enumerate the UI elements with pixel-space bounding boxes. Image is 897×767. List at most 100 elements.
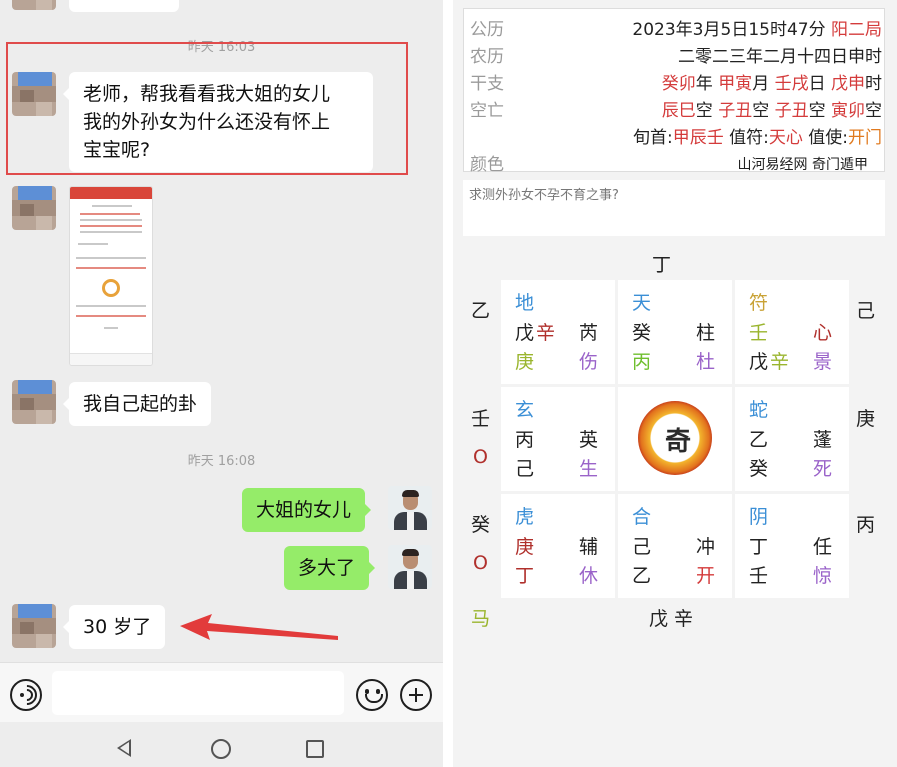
- info-value-part: 空: [808, 101, 831, 121]
- contact-avatar[interactable]: [12, 604, 56, 648]
- nav-home-icon[interactable]: [211, 739, 231, 759]
- plus-icon[interactable]: [400, 679, 432, 711]
- info-value-part: 旬首:: [632, 128, 673, 148]
- info-value-part: 值使:: [802, 128, 848, 148]
- info-value-part: 空: [865, 101, 882, 121]
- palace-stem-top: 癸: [632, 322, 652, 344]
- emoji-icon[interactable]: [356, 679, 388, 711]
- info-value-part: 戊申: [831, 74, 865, 94]
- left-side-label: 癸: [471, 514, 491, 536]
- info-row-value: 癸卯年 甲寅月 壬戌日 戊申时: [662, 69, 882, 94]
- right-side-label: 己: [856, 300, 876, 322]
- palace-star: 柱: [696, 322, 716, 344]
- input-bar: [0, 662, 443, 722]
- message-bubble[interactable]: 我自己起的卦: [62, 382, 212, 426]
- info-row: 公历 2023年3月5日15时47分 阳二局: [470, 13, 882, 40]
- nav-recent-icon[interactable]: [306, 740, 324, 758]
- message-bubble-question[interactable]: 老师，帮我看看我大姐的女儿 我的外孙女为什么还没有怀上 宝宝呢?: [63, 72, 373, 172]
- palace-cell[interactable]: 阴丁 任壬 惊: [735, 494, 849, 598]
- info-value-part: 月: [752, 74, 775, 94]
- palace-spirit: 天: [632, 292, 652, 314]
- palace-stem-top: 辛: [536, 322, 556, 344]
- info-value-part: 2023年3月5日15时47分: [632, 20, 831, 40]
- contact-avatar[interactable]: [12, 186, 56, 230]
- info-value-part: 甲辰壬: [672, 128, 724, 148]
- palace-stem-top: 己: [632, 536, 652, 558]
- info-row: 颜色 山河易经网 奇门遁甲: [470, 148, 882, 175]
- info-value-part: 空: [695, 101, 719, 121]
- info-value-part: 二零二三年二月十四日申时: [678, 47, 882, 67]
- info-row-value: 二零二三年二月十四日申时: [678, 42, 882, 67]
- timestamp: 昨天 16:08: [187, 454, 256, 469]
- nav-back-icon[interactable]: [117, 739, 131, 757]
- palace-spirit: 虎: [515, 506, 535, 528]
- info-value-part: 时: [865, 74, 882, 94]
- palace-spirit: 合: [632, 506, 652, 528]
- info-row-label: 空亡: [470, 101, 504, 121]
- chart-info-card: 公历 2023年3月5日15时47分 阳二局农历 二零二三年二月十四日申时干支 癸卯年…: [463, 8, 885, 175]
- partial-message-bubble[interactable]: [69, 0, 179, 12]
- palace-cell[interactable]: 符壬 心戊辛 景: [735, 280, 849, 384]
- palace-door: 伤: [579, 351, 599, 373]
- right-side-label: 庚: [856, 408, 876, 430]
- palace-star: 冲: [696, 536, 716, 558]
- info-row-value: 山河易经网 奇门遁甲: [738, 154, 868, 174]
- palace-stem-top: 丙: [515, 429, 535, 451]
- palace-stem-top: 庚: [515, 536, 535, 558]
- message-input[interactable]: [52, 671, 344, 715]
- info-row-label: 农历: [470, 47, 504, 67]
- palace-stem-top: 壬: [749, 322, 769, 344]
- system-nav-bar: [0, 722, 443, 767]
- palace-door: 死: [813, 458, 833, 480]
- contact-avatar[interactable]: [12, 380, 56, 424]
- palace-stem-top: 戊: [515, 322, 535, 344]
- info-value-part: 山河易经网 奇门遁甲: [737, 157, 868, 173]
- message-bubble[interactable]: 30 岁了: [62, 605, 166, 649]
- contact-avatar[interactable]: [12, 0, 56, 10]
- palace-stem-top: 丁: [749, 536, 769, 558]
- self-avatar[interactable]: [388, 545, 432, 589]
- left-side-label: O: [473, 552, 488, 574]
- left-side-label: O: [473, 446, 488, 468]
- palace-door: 休: [579, 565, 599, 587]
- info-value-part: 寅卯: [831, 101, 865, 121]
- message-line: 宝宝呢?: [83, 139, 151, 161]
- info-value-part: 甲寅: [718, 74, 753, 94]
- info-value-part: 开门: [848, 128, 882, 148]
- info-value-part: 癸卯: [661, 74, 696, 94]
- voice-icon[interactable]: [10, 679, 42, 711]
- message-bubble-self[interactable]: 多大了: [284, 546, 376, 590]
- info-value-part: 子丑: [774, 101, 809, 121]
- palace-cell[interactable]: 蛇乙 蓬癸 死: [735, 387, 849, 491]
- qimen-chart-pane: 公历 2023年3月5日15时47分 阳二局农历 二零二三年二月十四日申时干支 癸卯年…: [453, 0, 897, 767]
- palace-door: 开: [696, 565, 716, 587]
- palace-cell[interactable]: 地戊辛 芮庚 伤: [501, 280, 615, 384]
- info-value-part: 值符:: [723, 128, 769, 148]
- palace-cell[interactable]: 虎庚 辅丁 休: [501, 494, 615, 598]
- info-row-label: 干支: [470, 74, 504, 94]
- info-row: 农历 二零二三年二月十四日申时: [470, 40, 882, 67]
- info-row: 干支 癸卯年 甲寅月 壬戌日 戊申时: [470, 67, 882, 94]
- chat-pane: 昨天 16:03 老师，帮我看看我大姐的女儿 我的外孙女为什么还没有怀上 宝宝呢…: [0, 0, 443, 767]
- palace-cell[interactable]: 天癸 柱丙 杜: [618, 280, 732, 384]
- top-label: 丁: [652, 254, 672, 276]
- palace-stem-bottom: 癸: [749, 458, 769, 480]
- info-value-part: 年: [695, 74, 719, 94]
- image-message-thumbnail[interactable]: [69, 186, 153, 366]
- info-row-label: 颜色: [470, 155, 504, 175]
- palace-door: 惊: [813, 565, 833, 587]
- contact-avatar[interactable]: [12, 72, 56, 116]
- palace-cell[interactable]: 奇: [618, 387, 732, 491]
- message-line: 我的外孙女为什么还没有怀上: [83, 111, 331, 133]
- info-value-part: 阳二局: [831, 20, 882, 40]
- self-avatar[interactable]: [388, 486, 432, 530]
- info-value-part: 子丑: [718, 101, 753, 121]
- info-row: 空亡 辰巳空 子丑空 子丑空 寅卯空: [470, 94, 882, 121]
- palace-star: 辅: [579, 536, 599, 558]
- pane-divider: [443, 0, 453, 767]
- palace-stem-bottom: 戊: [749, 351, 769, 373]
- message-bubble-self[interactable]: 大姐的女儿: [242, 488, 372, 532]
- palace-grid: 地戊辛芮庚伤天癸柱丙杜符壬心戊辛景玄丙英己生奇蛇乙蓬癸死虎庚辅丁休合己冲乙开阴丁…: [501, 280, 849, 598]
- palace-cell[interactable]: 玄丙 英己 生: [501, 387, 615, 491]
- palace-cell[interactable]: 合己 冲乙 开: [618, 494, 732, 598]
